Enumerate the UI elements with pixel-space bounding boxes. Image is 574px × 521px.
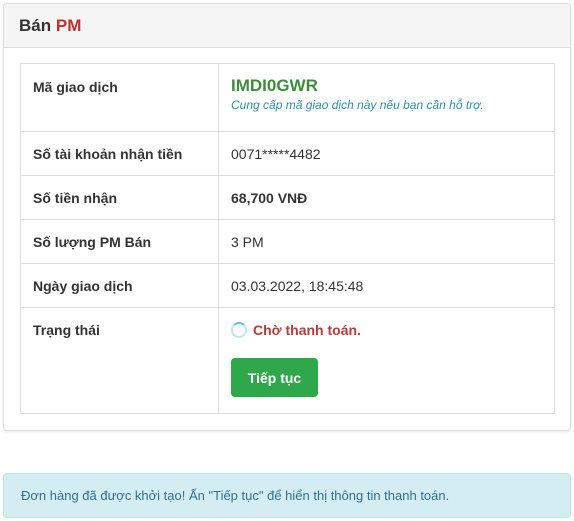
table-row: Mã giao dịch IMDI0GWR Cung cấp mã giao d… (20, 63, 555, 132)
panel-title-accent: PM (55, 16, 82, 35)
alert-message: Đơn hàng đã được khởi tạo! Ấn "Tiếp tục"… (21, 488, 450, 503)
transaction-details-table: Mã giao dịch IMDI0GWR Cung cấp mã giao d… (20, 63, 555, 414)
spinner-icon (231, 322, 247, 338)
panel-title-prefix: Bán (19, 16, 52, 35)
continue-button[interactable]: Tiếp tục (231, 358, 318, 397)
status-line: Chờ thanh toán. (231, 322, 542, 338)
quantity-value: 3 PM (218, 219, 555, 264)
account-label: Số tài khoản nhận tiền (20, 131, 219, 176)
info-alert: Đơn hàng đã được khởi tạo! Ấn "Tiếp tục"… (3, 473, 571, 518)
transaction-code-cell: IMDI0GWR Cung cấp mã giao dịch này nếu b… (218, 63, 555, 132)
transaction-code-label: Mã giao dịch (20, 63, 219, 132)
transaction-code: IMDI0GWR (231, 76, 318, 95)
date-label: Ngày giao dịch (20, 263, 219, 308)
table-row: Số lượng PM Bán 3 PM (20, 219, 555, 264)
table-row: Ngày giao dịch 03.03.2022, 18:45:48 (20, 263, 555, 308)
status-text: Chờ thanh toán. (253, 322, 361, 338)
status-cell: Chờ thanh toán. Tiếp tục (218, 307, 555, 414)
table-row: Số tiền nhận 68,700 VNĐ (20, 175, 555, 220)
amount-label: Số tiền nhận (20, 175, 219, 220)
table-row: Trạng thái Chờ thanh toán. Tiếp tục (20, 307, 555, 414)
date-value: 03.03.2022, 18:45:48 (218, 263, 555, 308)
account-value: 0071*****4482 (218, 131, 555, 176)
quantity-label: Số lượng PM Bán (20, 219, 219, 264)
transaction-code-hint: Cung cấp mã giao dịch này nếu bạn cần hỗ… (231, 98, 484, 112)
sell-pm-panel: Bán PM Mã giao dịch IMDI0GWR Cung cấp mã… (3, 3, 571, 431)
amount-value: 68,700 VNĐ (218, 175, 555, 220)
panel-title: Bán PM (4, 4, 570, 48)
table-row: Số tài khoản nhận tiền 0071*****4482 (20, 131, 555, 176)
status-label: Trạng thái (20, 307, 219, 414)
